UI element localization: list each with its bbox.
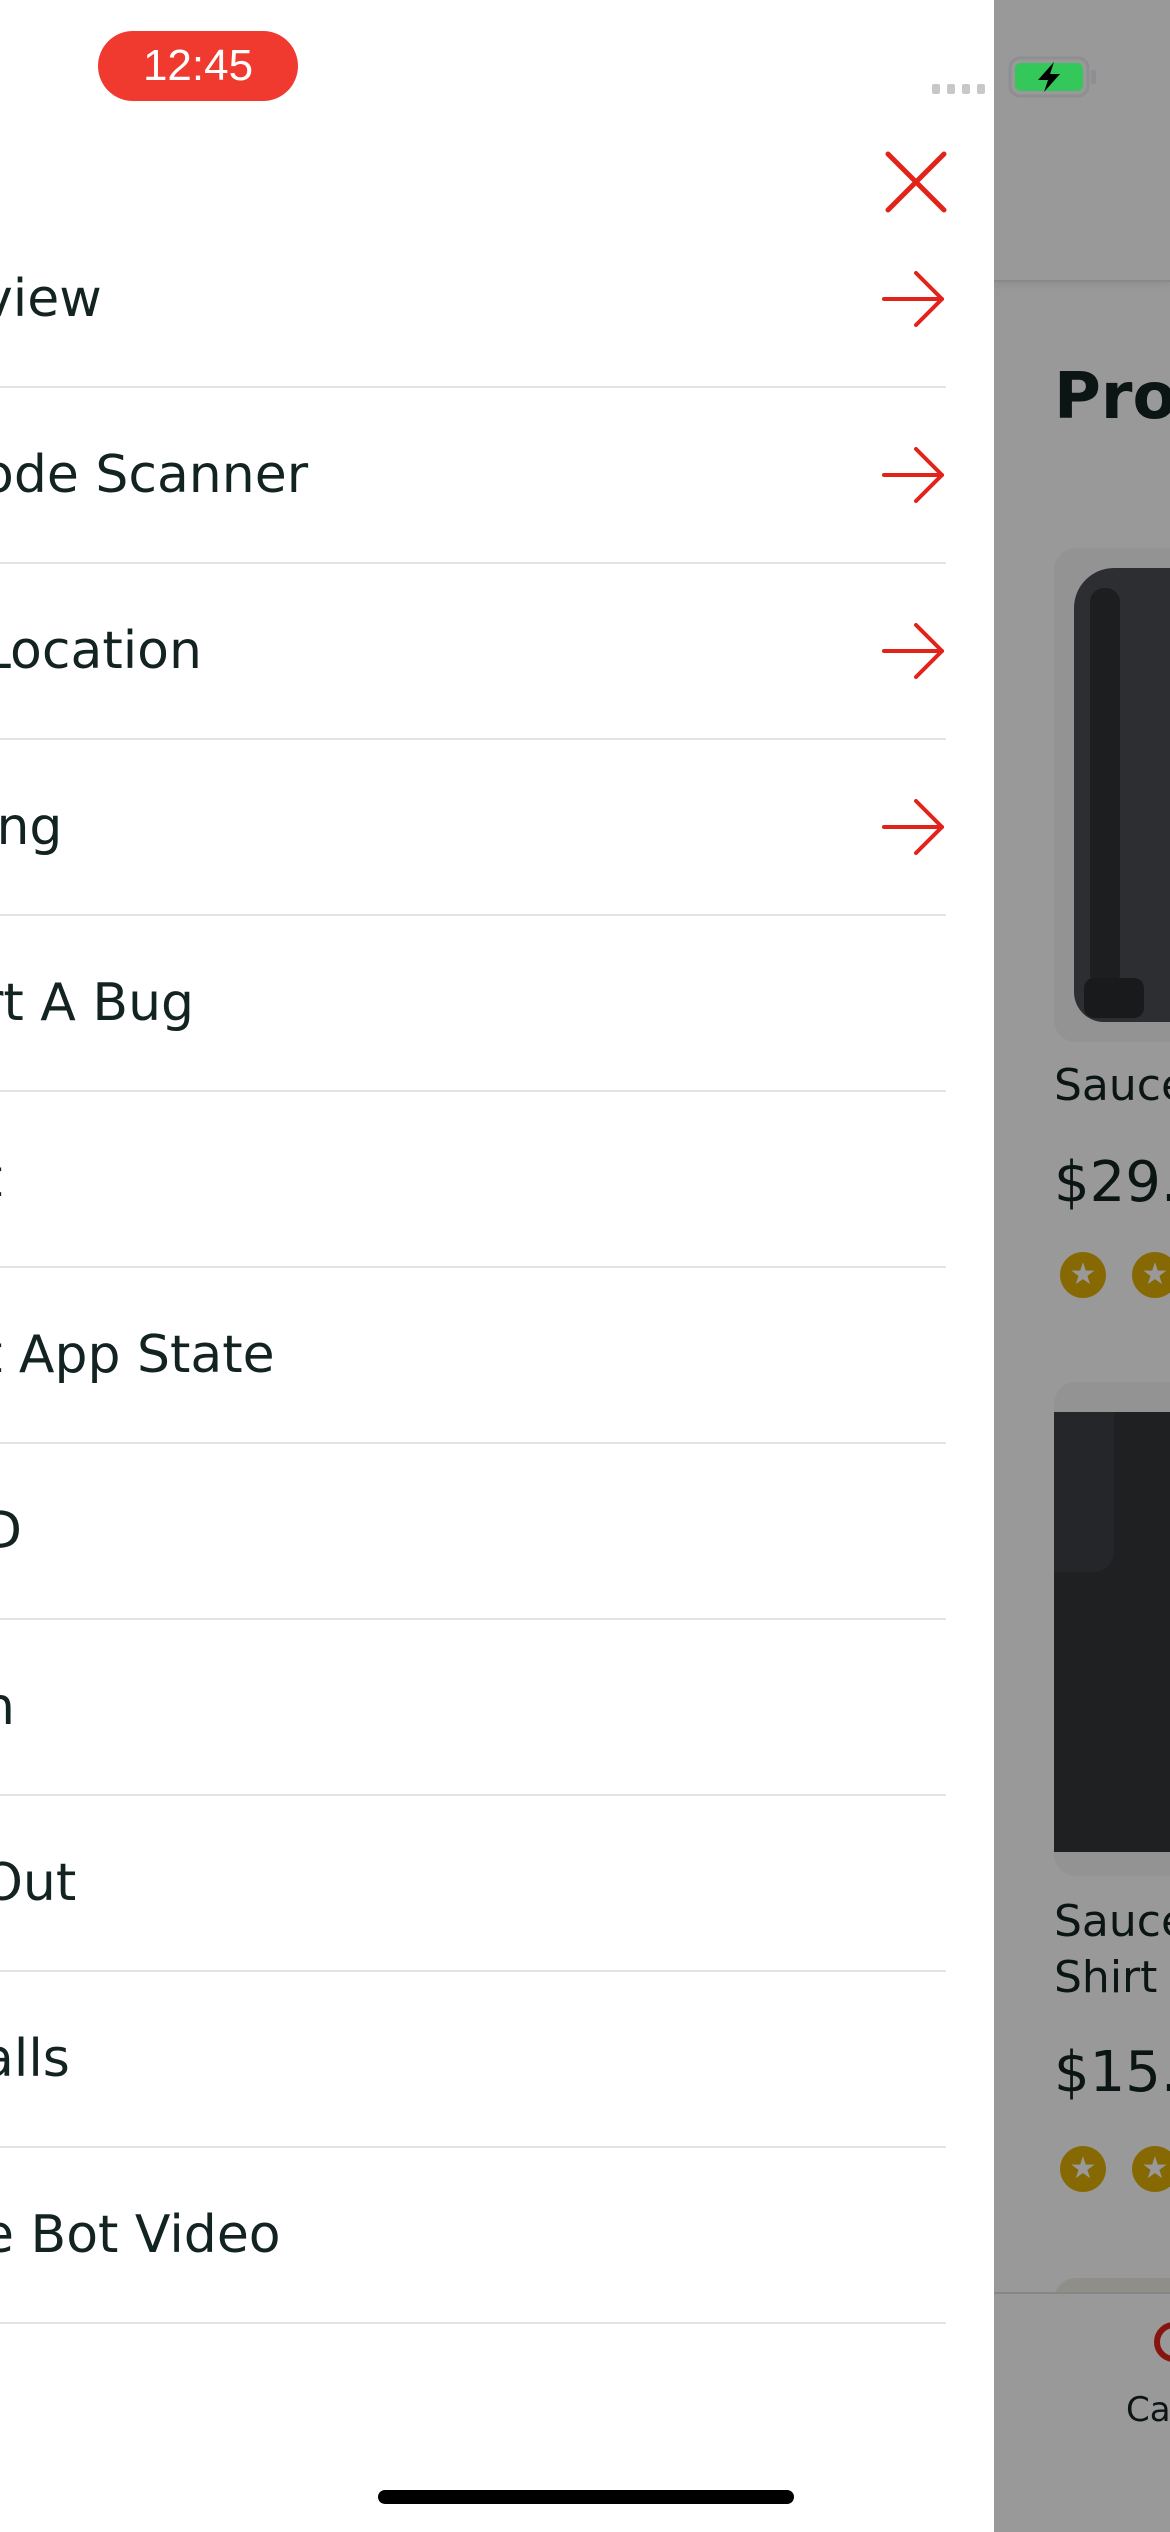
menu-item-label: t — [0, 1092, 2, 1266]
menu-item-api-calls[interactable]: alls — [0, 1972, 946, 2148]
menu-item-label: n — [0, 1620, 15, 1794]
menu-item-faceid[interactable]: D — [0, 1444, 946, 1620]
menu-item-label: Out — [0, 1853, 77, 1913]
menu-item-label: ode Scanner — [0, 445, 309, 505]
side-menu-drawer: view ode Scanner Location ing rt A Bug t t App… — [0, 0, 994, 2532]
battery-charging-icon — [1008, 56, 1096, 98]
close-icon[interactable] — [884, 150, 948, 214]
drawer-scrim[interactable] — [994, 0, 1170, 2532]
arrow-right-icon[interactable] — [882, 443, 946, 507]
menu-item-reset-app-state[interactable]: t App State — [0, 1268, 946, 1444]
menu-item-label: D — [0, 1501, 23, 1561]
menu-item-drawing[interactable]: ing — [0, 740, 946, 916]
menu-item-about[interactable]: t — [0, 1092, 946, 1268]
menu-item-label: rt A Bug — [0, 973, 195, 1033]
menu-item-label: t App State — [0, 1325, 275, 1385]
signal-icon — [932, 84, 985, 94]
screen: Pro Sauce $29. ★ ★ Sauce Shirt $15.9 ★ ★ — [0, 0, 1170, 2532]
menu-item-label: Location — [0, 621, 202, 681]
menu-item-label: view — [0, 269, 102, 329]
menu-item-label: ing — [0, 797, 63, 857]
arrow-right-icon[interactable] — [882, 619, 946, 683]
menu-item-log-out[interactable]: Out — [0, 1796, 946, 1972]
menu-item-label: alls — [0, 2029, 70, 2089]
menu-item-report-a-bug[interactable]: rt A Bug — [0, 916, 946, 1092]
menu-item-sauce-bot-video[interactable]: e Bot Video — [0, 2148, 946, 2324]
arrow-right-icon[interactable] — [882, 795, 946, 859]
menu-item-qr-code-scanner[interactable]: ode Scanner — [0, 388, 946, 564]
menu-item-label: e Bot Video — [0, 2205, 281, 2265]
menu-item-log-in[interactable]: n — [0, 1620, 946, 1796]
status-time[interactable]: 12:45 — [98, 31, 298, 101]
arrow-right-icon[interactable] — [882, 267, 946, 331]
home-indicator[interactable] — [378, 2490, 794, 2504]
menu-item-geo-location[interactable]: Location — [0, 564, 946, 740]
menu-item-webview[interactable]: view — [0, 212, 946, 388]
